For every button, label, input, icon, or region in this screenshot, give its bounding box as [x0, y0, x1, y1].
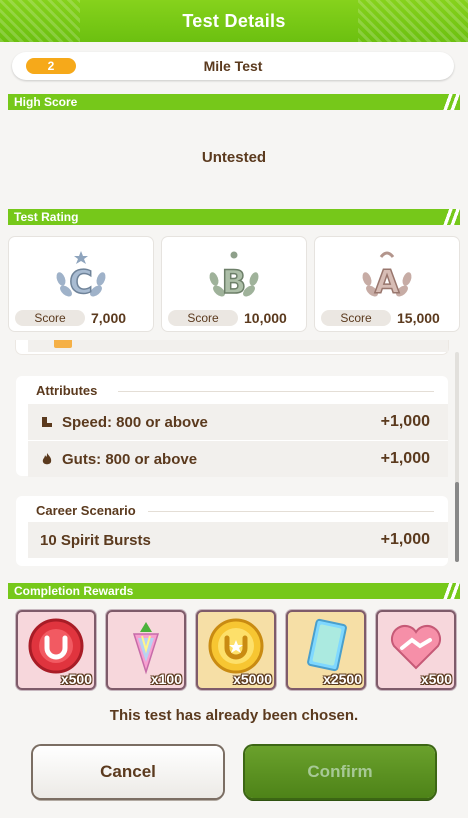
svg-text:B: B: [222, 263, 246, 301]
carrot-icon: [132, 622, 160, 675]
criteria-card-attributes: Attributes Speed: 800 or above +1,000 Gu…: [16, 376, 448, 477]
horseshoe-badge-icon: [28, 618, 84, 674]
test-title-bar: 2 Mile Test: [12, 52, 454, 80]
criteria-row-label: Speed: 800 or above: [62, 413, 208, 431]
cancel-button[interactable]: Cancel: [33, 746, 223, 798]
score-value: 15,000: [397, 310, 440, 326]
attributes-title: Attributes: [36, 383, 98, 398]
svg-text:A: A: [375, 263, 400, 301]
confirm-button[interactable]: Confirm: [245, 746, 435, 798]
high-score-value: Untested: [201, 149, 267, 166]
partial-row-icon: [54, 340, 72, 348]
reward-quantity: x5000: [233, 671, 272, 687]
criteria-row-label: 10 Spirit Bursts: [40, 531, 151, 549]
boot-icon: [42, 417, 52, 427]
criteria-row-bonus: +1,000: [380, 450, 430, 467]
criteria-row-label: Guts: 800 or above: [62, 450, 198, 468]
section-high-score: High Score: [8, 94, 460, 110]
reward-item[interactable]: x100: [106, 610, 186, 690]
section-test-rating: Test Rating: [8, 209, 460, 225]
reward-item[interactable]: x500: [376, 610, 456, 690]
score-label: Score: [321, 310, 391, 326]
already-chosen-message: This test has already been chosen.: [109, 707, 359, 724]
test-number-badge: 2: [26, 58, 76, 74]
reward-item[interactable]: x500: [16, 610, 96, 690]
gold-coin-icon: [208, 618, 264, 674]
rank-card-a: A Score 15,000: [315, 237, 459, 331]
dialog-title: Test Details: [182, 10, 286, 31]
handshake-icon: [391, 625, 441, 670]
rank-card-c: C Score 7,000: [9, 237, 153, 331]
reward-item[interactable]: x2500: [286, 610, 366, 690]
section-completion-rewards: Completion Rewards: [8, 583, 460, 599]
rank-card-b: B Score 10,000: [162, 237, 306, 331]
reward-quantity: x2500: [323, 671, 362, 687]
score-label: Score: [15, 310, 85, 326]
criteria-card-career-scenario: Career Scenario 10 Spirit Bursts +1,000: [16, 496, 448, 566]
rank-a-badge-icon: A: [362, 251, 412, 302]
criteria-row: Speed: 800 or above +1,000: [28, 404, 448, 440]
section-test-rating-label: Test Rating: [14, 210, 79, 224]
score-value: 7,000: [91, 310, 127, 326]
flame-icon: [42, 453, 52, 465]
criteria-scroll-list[interactable]: Attributes Speed: 800 or above +1,000 Gu…: [8, 340, 460, 568]
title-divider: [118, 391, 434, 392]
criteria-row-bonus: +1,000: [380, 531, 430, 548]
career-scenario-title: Career Scenario: [36, 503, 136, 518]
rank-b-badge-icon: B: [209, 251, 259, 302]
reward-quantity: x100: [150, 671, 182, 687]
criteria-row: Guts: 800 or above +1,000: [28, 441, 448, 477]
section-completion-rewards-label: Completion Rewards: [14, 584, 134, 598]
svg-text:C: C: [69, 263, 92, 301]
scrollbar-thumb[interactable]: [455, 482, 459, 562]
test-name: Mile Test: [203, 58, 263, 74]
reward-item[interactable]: x5000: [196, 610, 276, 690]
reward-quantity: x500: [420, 671, 452, 687]
title-divider: [148, 511, 434, 512]
criteria-row-partial: [28, 340, 448, 352]
dialog-header: Test Details: [0, 0, 468, 42]
crystal-card-icon: [307, 618, 347, 672]
score-label: Score: [168, 310, 238, 326]
criteria-row: 10 Spirit Bursts +1,000: [28, 522, 448, 558]
rank-c-badge-icon: C: [56, 251, 106, 302]
criteria-card-partial: [16, 340, 448, 354]
reward-quantity: x500: [60, 671, 92, 687]
section-high-score-label: High Score: [14, 95, 78, 109]
score-value: 10,000: [244, 310, 287, 326]
criteria-row-bonus: +1,000: [380, 413, 430, 430]
